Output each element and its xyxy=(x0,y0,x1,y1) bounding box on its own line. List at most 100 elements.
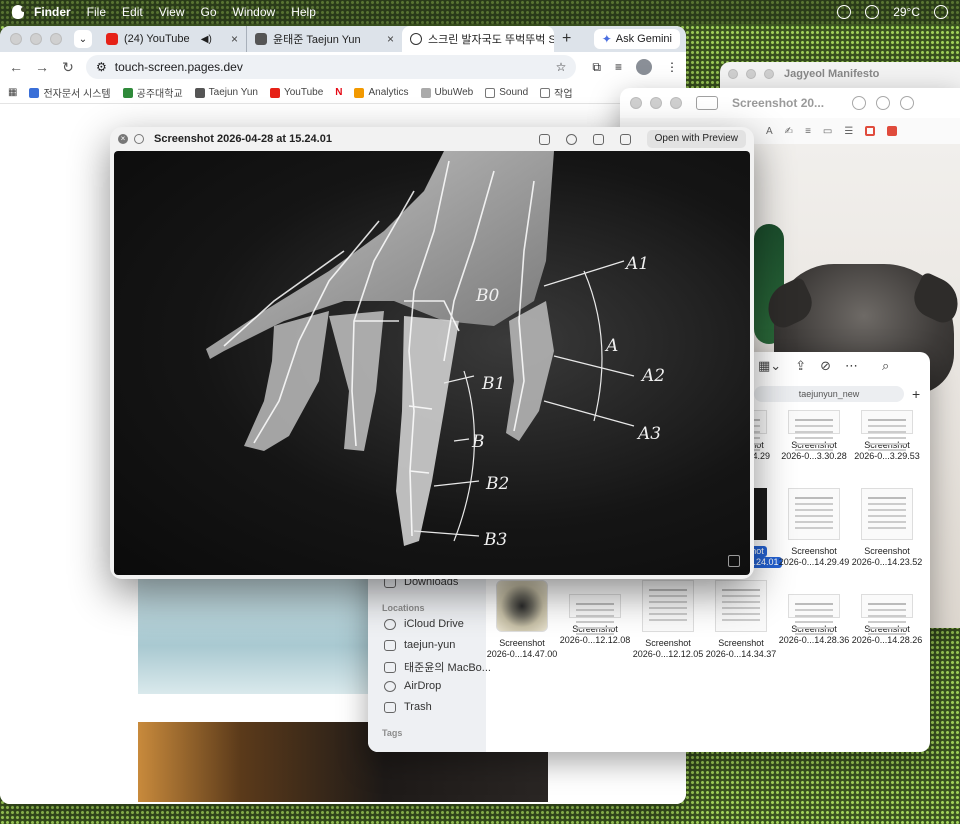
menu-view[interactable]: View xyxy=(159,5,185,19)
file-name-line2: 2026-0...14.34.37 xyxy=(705,649,777,659)
sidebar-item-home[interactable]: taejun-yun xyxy=(384,639,455,651)
extensions-icon[interactable]: ⧉ xyxy=(592,60,601,75)
bookmark-folder[interactable]: Sound xyxy=(485,87,528,98)
zoom-window-button[interactable] xyxy=(670,97,682,109)
file-item[interactable]: Screenshot 2026-0...12.12.08 xyxy=(559,580,631,646)
file-item[interactable]: Screenshot 2026-0...14.47.00 xyxy=(486,580,558,660)
file-item[interactable]: Screenshot 2026-0...14.23.52 xyxy=(851,488,923,568)
tag-icon[interactable]: ⊘ xyxy=(820,358,831,374)
expand-icon[interactable] xyxy=(728,555,740,567)
search-icon[interactable]: ⌕ xyxy=(882,358,889,374)
border-color-icon[interactable] xyxy=(865,126,876,136)
file-name-line1: Screenshot xyxy=(791,440,837,450)
bookmark-star-icon[interactable]: ☆ xyxy=(556,60,567,74)
file-item[interactable]: Screenshot 2026-0...14.34.37 xyxy=(705,580,777,660)
duplicate-icon[interactable] xyxy=(592,133,604,145)
file-item[interactable]: Screenshot 2026-0...14.29.49 xyxy=(778,488,850,568)
weather-icon[interactable] xyxy=(865,5,880,19)
sidebar-item-macbook[interactable]: 태준윤의 MacBo... xyxy=(384,659,491,675)
status-icon[interactable] xyxy=(837,5,852,19)
ask-gemini-button[interactable]: ✦ Ask Gemini xyxy=(593,29,680,49)
file-item[interactable]: Screenshot 2026-0...3.29.53 xyxy=(851,396,923,462)
minimize-window-button[interactable] xyxy=(30,33,42,45)
menu-go[interactable]: Go xyxy=(201,5,217,19)
bookmark-icon xyxy=(420,87,431,98)
zoom-window-button[interactable] xyxy=(50,33,62,45)
share-icon[interactable]: ⇪ xyxy=(795,358,806,374)
forward-icon[interactable]: → xyxy=(34,59,50,75)
minimize-window-button[interactable] xyxy=(746,69,756,79)
sidebar-item-airdrop[interactable]: AirDrop xyxy=(384,680,441,692)
menu-edit[interactable]: Edit xyxy=(122,5,143,19)
apple-icon[interactable] xyxy=(12,5,26,19)
apps-grid-icon[interactable]: ▦ xyxy=(8,87,17,98)
tab-taejun-yun[interactable]: 윤태준 Taejun Yun × xyxy=(246,26,402,52)
file-item[interactable]: Screenshot 2026-0...3.30.28 xyxy=(778,396,850,462)
close-window-button[interactable] xyxy=(728,69,738,79)
tab-touch-screen[interactable]: 스크린 발자국도 뚜벅뚜벅 Screen × xyxy=(402,26,554,52)
align-icon[interactable]: ≡ xyxy=(805,126,811,137)
bookmark-item[interactable]: YouTube xyxy=(269,87,323,98)
hand-xray-image: A1 A2 A3 A B B1 B2 B3 B0 xyxy=(114,151,750,575)
open-with-preview-button[interactable]: Open with Preview xyxy=(646,130,746,148)
more-menu-icon[interactable]: ⋮ xyxy=(666,60,678,74)
menu-window[interactable]: Window xyxy=(233,5,276,19)
file-item[interactable]: Screenshot 2026-0...14.28.36 xyxy=(778,580,850,646)
rotate-icon[interactable] xyxy=(538,133,550,145)
sidebar-toggle-icon[interactable] xyxy=(696,96,718,110)
bookmark-item[interactable]: UbuWeb xyxy=(420,87,473,98)
minimize-window-button[interactable] xyxy=(650,97,662,109)
reading-list-icon[interactable]: ≡ xyxy=(615,60,622,74)
fill-color-icon[interactable] xyxy=(887,126,898,136)
menu-app[interactable]: Finder xyxy=(34,5,71,19)
close-icon[interactable]: × xyxy=(231,32,238,46)
bookmark-item[interactable]: 전자문서 시스템 xyxy=(29,85,111,100)
menu-file[interactable]: File xyxy=(87,5,106,19)
close-window-button[interactable] xyxy=(630,97,642,109)
close-icon[interactable]: × xyxy=(118,134,128,144)
profile-avatar[interactable] xyxy=(636,59,652,75)
file-item[interactable]: Screenshot 2026-0...12.12.05 xyxy=(632,580,704,660)
sidebar-item-trash[interactable]: Trash xyxy=(384,701,432,713)
share-icon[interactable] xyxy=(619,133,631,145)
url-text[interactable]: touch-screen.pages.dev xyxy=(115,60,548,74)
file-name: Screenshot 2026-0...12.12.05 xyxy=(632,638,704,660)
more-icon[interactable]: ⋯ xyxy=(845,358,858,374)
reload-icon[interactable]: ↻ xyxy=(60,59,76,76)
bookmark-folder[interactable]: 작업 xyxy=(540,85,573,100)
bookmark-item[interactable]: Analytics xyxy=(354,87,409,98)
tab-youtube[interactable]: (24) YouTube ◀) × xyxy=(98,26,246,52)
zoom-in-icon[interactable] xyxy=(900,96,915,110)
bookmark-item[interactable]: 공주대학교 xyxy=(122,85,183,100)
site-settings-icon[interactable]: ⚙ xyxy=(96,60,107,74)
search-icon[interactable] xyxy=(852,96,867,110)
view-options-icon[interactable]: ▦⌄ xyxy=(758,358,781,374)
bookmark-icon xyxy=(29,87,40,98)
file-item[interactable]: Screenshot 2026-0...14.28.26 xyxy=(851,580,923,646)
chevron-down-icon[interactable]: ⌄ xyxy=(74,30,92,48)
site-icon xyxy=(255,33,267,45)
control-center-icon[interactable] xyxy=(934,5,948,19)
fullscreen-icon[interactable] xyxy=(134,134,144,144)
menu-help[interactable]: Help xyxy=(291,5,316,19)
text-tool-icon[interactable]: A xyxy=(766,126,773,137)
markup-icon[interactable] xyxy=(565,133,577,145)
note-icon[interactable]: ▭ xyxy=(823,126,832,137)
line-style-icon[interactable]: ☰ xyxy=(844,126,853,137)
back-icon[interactable]: ← xyxy=(8,59,24,75)
file-name-line2: 2026-0...12.12.05 xyxy=(632,649,704,659)
airdrop-icon xyxy=(384,680,396,692)
bookmark-item[interactable]: Taejun Yun xyxy=(194,87,258,98)
sidebar-item-icloud[interactable]: iCloud Drive xyxy=(384,618,464,630)
address-bar[interactable]: ⚙ touch-screen.pages.dev ☆ xyxy=(86,55,577,79)
zoom-window-button[interactable] xyxy=(764,69,774,79)
temperature-label[interactable]: 29°C xyxy=(893,5,920,19)
zoom-out-icon[interactable] xyxy=(876,96,891,110)
speaker-icon[interactable]: ◀) xyxy=(201,34,212,45)
label-b3: B3 xyxy=(483,530,507,550)
close-icon[interactable]: × xyxy=(387,32,394,46)
bookmark-item[interactable]: N xyxy=(335,87,342,98)
close-window-button[interactable] xyxy=(10,33,22,45)
sign-tool-icon[interactable]: ✍ xyxy=(785,126,793,137)
new-tab-button[interactable]: + xyxy=(562,30,571,48)
